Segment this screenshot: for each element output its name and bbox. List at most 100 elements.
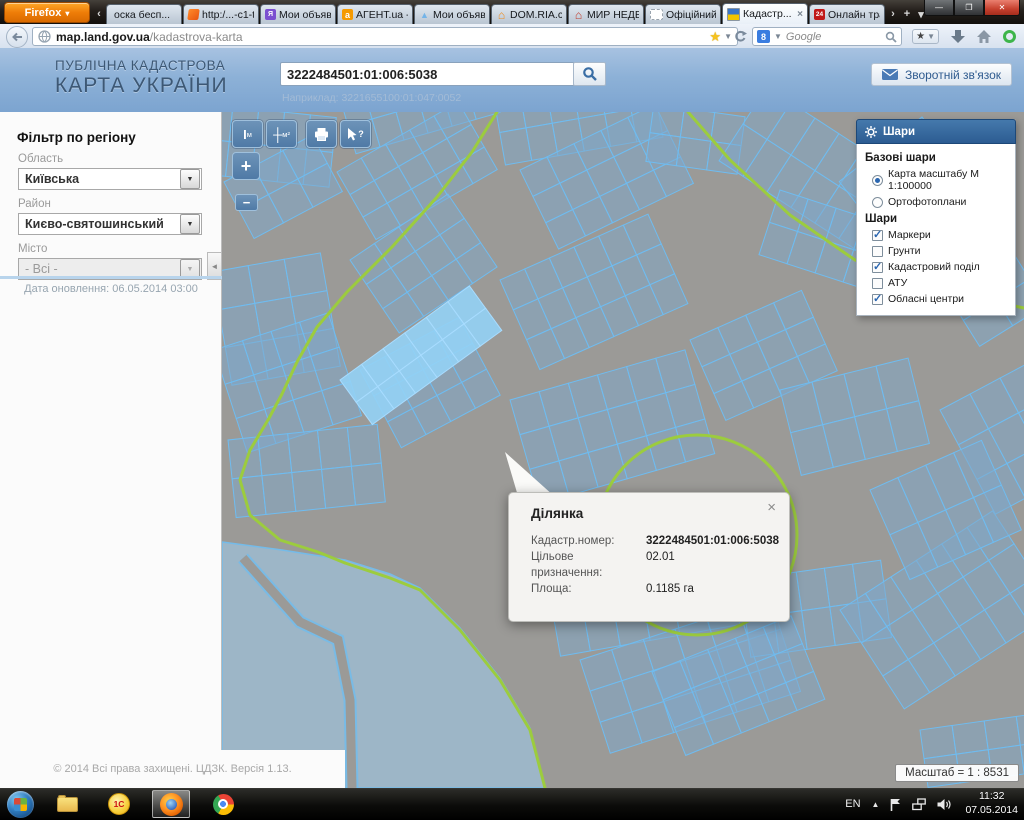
checkbox-checked-icon[interactable] [872, 262, 883, 273]
close-window-button[interactable] [984, 0, 1020, 16]
back-button[interactable] [6, 26, 28, 48]
taskbar-chrome-button[interactable] [204, 790, 242, 818]
base-layer-option[interactable]: Ортофотоплани [865, 194, 1007, 210]
browser-tab[interactable]: DOM.RIA.c... [491, 4, 567, 24]
reload-icon [734, 30, 747, 43]
checkbox-checked-icon[interactable] [872, 230, 883, 241]
popup-close-button[interactable]: × [767, 499, 776, 516]
tab-close-button[interactable]: × [797, 9, 803, 20]
base-layer-option[interactable]: Карта масштабу М 1:100000 [865, 166, 1007, 194]
windows-logo-icon [14, 798, 27, 811]
checkbox-icon[interactable] [872, 246, 883, 257]
hidden-icons-button[interactable] [872, 800, 880, 809]
page-content: Фільтр по регіону Область Київська Район… [0, 112, 1024, 788]
search-engine-icon[interactable] [757, 30, 770, 43]
checkbox-icon[interactable] [872, 278, 883, 289]
parcel-info-popup: × Ділянка Кадастр.номер:3222484501:01:00… [508, 492, 790, 622]
house-icon [496, 9, 507, 20]
checkbox-checked-icon[interactable] [872, 294, 883, 305]
layer-option[interactable]: Грунти [865, 243, 1007, 259]
new-tab-button[interactable]: + [900, 5, 914, 23]
popup-row: Цільове призначення:02.01 [531, 549, 789, 581]
maximize-button[interactable] [954, 0, 984, 16]
search-bar[interactable]: Google [752, 27, 902, 46]
radio-selected-icon[interactable] [872, 175, 883, 186]
browser-tab[interactable]: МИР НЕДВ... [568, 4, 644, 24]
reload-button[interactable] [731, 28, 749, 44]
search-icon[interactable] [885, 31, 897, 43]
search-engine-name: Google [786, 31, 821, 43]
zoom-out-button[interactable]: − [235, 194, 258, 211]
bookmark-star-icon[interactable] [709, 29, 721, 45]
house-icon [573, 9, 584, 20]
measure-area-button[interactable]: ┼м² [266, 120, 297, 148]
url-bar[interactable]: map.land.gov.ua/kadastrova-karta [32, 27, 738, 46]
action-center-flag-icon[interactable] [890, 798, 901, 811]
feedback-button[interactable]: Зворотній зв'язок [871, 63, 1012, 86]
start-button[interactable] [7, 791, 34, 818]
taskbar-explorer-button[interactable] [48, 790, 86, 818]
network-icon[interactable] [912, 798, 926, 811]
print-button[interactable] [306, 120, 337, 148]
layer-option[interactable]: Маркери [865, 227, 1007, 243]
layer-option[interactable]: Кадастровий поділ [865, 259, 1007, 275]
update-date: Дата оновлення: 06.05.2014 03:00 [0, 283, 222, 295]
downloads-button[interactable] [951, 30, 965, 43]
tab-scroll-right-button[interactable]: › [886, 5, 900, 23]
tv24-icon [814, 9, 825, 20]
scale-indicator: Масштаб = 1 : 8531 [895, 764, 1019, 782]
ukraine-flag-icon [727, 8, 740, 21]
browser-tab[interactable]: Мои объяв... [414, 4, 490, 24]
home-button[interactable] [977, 30, 991, 43]
layer-option[interactable]: АТУ [865, 275, 1007, 291]
zoom-in-button[interactable]: + [232, 152, 260, 180]
identify-button[interactable] [340, 120, 371, 148]
misto-label: Місто [18, 243, 221, 255]
window-controls [924, 0, 1020, 16]
cursor-icon [347, 128, 357, 141]
volume-icon[interactable] [937, 798, 951, 811]
back-arrow-icon [11, 32, 23, 42]
measure-length-button[interactable]: Iм [232, 120, 263, 148]
browser-tab-active[interactable]: Кадастр...× [722, 3, 808, 24]
navbar-icons [912, 26, 1016, 46]
map-search-button[interactable] [573, 62, 606, 86]
dropdown-arrow-icon[interactable] [180, 169, 200, 189]
browser-tab[interactable]: Офіційний ... [645, 4, 721, 24]
taskbar-1c-button[interactable]: 1С [100, 790, 138, 818]
bookmarks-menu-button[interactable] [912, 29, 939, 44]
browser-tab[interactable]: http:/...-c1-t5 [183, 4, 259, 24]
folder-icon [57, 797, 78, 812]
filter-title: Фільтр по регіону [17, 130, 221, 145]
region-filter-sidebar: Фільтр по регіону Область Київська Район… [0, 112, 222, 788]
firefox-menu-button[interactable]: Firefox [4, 2, 90, 23]
addon-icon[interactable] [1003, 30, 1016, 43]
windows-taskbar: 1С EN 11:32 07.05.2014 [0, 788, 1024, 820]
chevron-down-icon[interactable] [774, 32, 782, 41]
divider [0, 276, 222, 279]
browser-tab[interactable]: Онлайн тра... [809, 4, 885, 24]
language-indicator[interactable]: EN [845, 798, 860, 810]
tab-scroll-left-button[interactable]: ‹ [92, 5, 106, 23]
agent-icon [342, 9, 353, 20]
radio-icon[interactable] [872, 197, 883, 208]
default-favicon [650, 9, 663, 20]
cadastral-number-input[interactable] [280, 62, 576, 86]
dropdown-arrow-icon[interactable] [180, 214, 200, 234]
minimize-button[interactable] [924, 0, 954, 16]
document-icon [187, 9, 200, 20]
clock-date: 07.05.2014 [965, 804, 1018, 818]
browser-navbar: map.land.gov.ua/kadastrova-karta Google [0, 24, 1024, 49]
layer-option[interactable]: Обласні центри [865, 291, 1007, 307]
gear-icon [865, 126, 877, 138]
oblast-select[interactable]: Київська [18, 168, 202, 190]
taskbar-clock[interactable]: 11:32 07.05.2014 [965, 790, 1018, 817]
layers-panel-header[interactable]: Шари [856, 119, 1016, 144]
taskbar-firefox-button[interactable] [152, 790, 190, 818]
browser-tab[interactable]: Мои объяв... [260, 4, 336, 24]
rayon-select[interactable]: Києво-святошинський [18, 213, 202, 235]
site-logo[interactable]: ПУБЛІЧНА КАДАСТРОВА КАРТА УКРАЇНИ [55, 58, 228, 98]
browser-tab[interactable]: АГЕНТ.ua - ... [337, 4, 413, 24]
browser-tab[interactable]: оска бесп... [106, 4, 182, 24]
browser-titlebar: Firefox ‹ оска бесп... http:/...-c1-t5 М… [0, 0, 1024, 24]
